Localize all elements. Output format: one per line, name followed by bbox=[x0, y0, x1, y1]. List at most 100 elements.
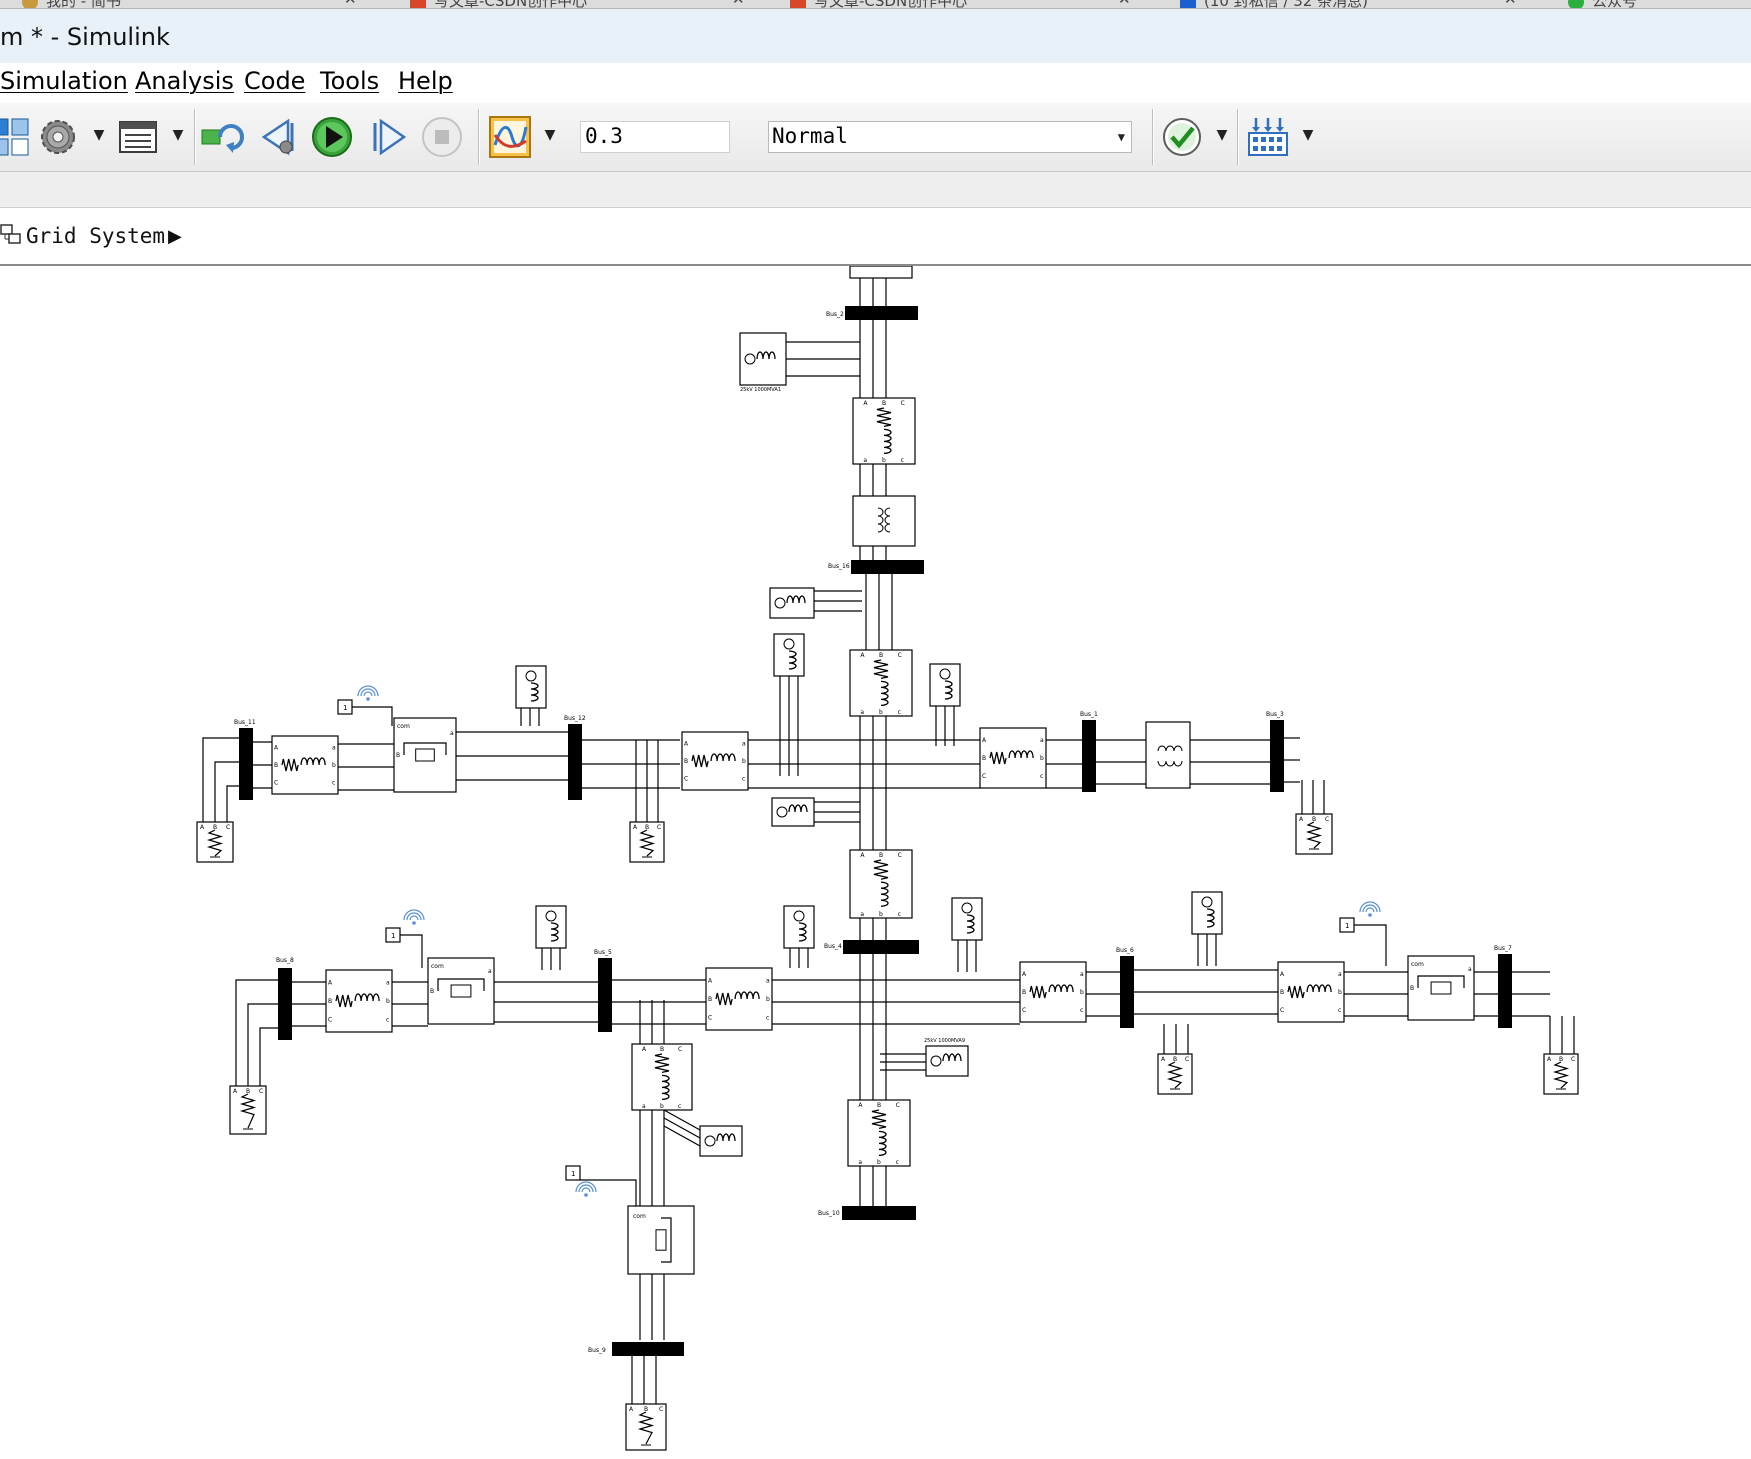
block-partial[interactable] bbox=[849, 266, 913, 279]
transmission-line-block[interactable] bbox=[1019, 961, 1087, 1023]
port-label: a bbox=[860, 709, 864, 716]
model-settings-icon[interactable] bbox=[36, 115, 80, 159]
transformer-block[interactable] bbox=[1145, 721, 1191, 789]
three-phase-source-block[interactable] bbox=[515, 665, 547, 709]
browser-tab[interactable]: (10 封私信 / 32 条消息) bbox=[1180, 0, 1368, 8]
port-label: C bbox=[982, 773, 986, 780]
three-phase-source-block[interactable] bbox=[1191, 891, 1223, 935]
update-diagram-icon[interactable] bbox=[200, 115, 244, 159]
port-label: a bbox=[488, 968, 492, 975]
breadcrumb-expand-icon[interactable]: ▶ bbox=[168, 226, 182, 247]
browser-tab[interactable]: 写文章-CSDN创作中心 bbox=[790, 0, 967, 8]
three-phase-source-block[interactable] bbox=[929, 663, 961, 707]
three-phase-source-block[interactable] bbox=[535, 905, 567, 949]
three-phase-source-block[interactable] bbox=[925, 1045, 969, 1077]
transmission-line-block[interactable] bbox=[1277, 961, 1345, 1023]
run-icon[interactable] bbox=[310, 115, 354, 159]
step-forward-icon[interactable] bbox=[366, 115, 410, 159]
tab-favicon-icon bbox=[790, 0, 806, 8]
signal-line[interactable] bbox=[663, 1117, 701, 1139]
grid-system-diagram[interactable]: Bus_225kV 1000MVA1A B Ca b cBus_16A B Ca b cA B Ca… bbox=[0, 266, 1751, 1459]
bus-bar[interactable] bbox=[843, 940, 919, 954]
signal-line[interactable] bbox=[352, 706, 393, 726]
tab-favicon-icon bbox=[410, 0, 426, 8]
transmission-line-block[interactable] bbox=[852, 397, 916, 465]
signal-line[interactable] bbox=[247, 1003, 278, 1086]
bus-bar[interactable] bbox=[842, 1206, 916, 1220]
model-advisor-icon[interactable] bbox=[1160, 115, 1204, 159]
transmission-line-block[interactable] bbox=[849, 649, 913, 717]
menu-help[interactable]: Help bbox=[398, 67, 453, 95]
transmission-line-block[interactable] bbox=[631, 1043, 693, 1111]
port-label: a bbox=[1468, 966, 1472, 973]
signal-line[interactable] bbox=[1354, 924, 1387, 966]
bus-bar[interactable] bbox=[612, 1342, 684, 1356]
browser-tab[interactable]: 写文章-CSDN创作中心 bbox=[410, 0, 587, 8]
three-phase-source-block[interactable] bbox=[699, 1125, 743, 1157]
menu-analysis[interactable]: Analysis bbox=[135, 67, 234, 95]
bus-bar[interactable] bbox=[851, 560, 924, 574]
bus-label: Bus_12 bbox=[564, 715, 586, 722]
signal-line[interactable] bbox=[400, 934, 423, 968]
explorer-dropdown-icon[interactable]: ▼ bbox=[170, 127, 186, 147]
transmission-line-block[interactable] bbox=[681, 731, 749, 791]
bus-bar[interactable] bbox=[278, 968, 292, 1040]
three-phase-source-block[interactable] bbox=[771, 797, 815, 827]
signal-line[interactable] bbox=[663, 1109, 701, 1131]
signal-line[interactable] bbox=[663, 1125, 701, 1147]
three-phase-source-block[interactable] bbox=[769, 587, 815, 619]
tab-close-icon[interactable]: ✕ bbox=[1504, 0, 1517, 8]
transformer-block[interactable] bbox=[852, 495, 916, 547]
tab-close-icon[interactable]: ✕ bbox=[732, 0, 745, 8]
port-label: C bbox=[328, 1017, 332, 1024]
signal-line[interactable] bbox=[235, 979, 278, 1086]
port-label: c bbox=[386, 1017, 389, 1024]
browser-tab[interactable]: 公众号 bbox=[1568, 0, 1637, 8]
three-phase-source-block[interactable] bbox=[783, 905, 815, 949]
data-inspector-icon[interactable] bbox=[488, 115, 532, 159]
menu-tools[interactable]: Tools bbox=[320, 67, 379, 95]
stop-icon[interactable] bbox=[420, 115, 464, 159]
bus-bar[interactable] bbox=[239, 728, 253, 800]
advisor-dropdown-icon[interactable]: ▼ bbox=[1214, 127, 1230, 147]
transmission-line-block[interactable] bbox=[847, 1099, 911, 1167]
step-back-icon[interactable] bbox=[258, 115, 302, 159]
bus-label: Bus_11 bbox=[234, 719, 256, 726]
inspector-dropdown-icon[interactable]: ▼ bbox=[542, 127, 558, 147]
transmission-line-block[interactable] bbox=[705, 967, 773, 1031]
bus-bar[interactable] bbox=[1082, 720, 1096, 792]
bus-bar[interactable] bbox=[1120, 956, 1134, 1028]
menu-code[interactable]: Code bbox=[244, 67, 305, 95]
signal-line[interactable] bbox=[580, 1179, 637, 1206]
three-phase-source-block[interactable] bbox=[951, 897, 983, 941]
port-label: c bbox=[1338, 1007, 1341, 1014]
build-icon[interactable] bbox=[1246, 115, 1290, 159]
stop-time-input[interactable]: 0.3 bbox=[580, 121, 730, 153]
bus-bar[interactable] bbox=[1498, 954, 1512, 1028]
model-canvas[interactable]: Bus_2 25kV 1000MVA1 A B Ca b c Bus_16 A B Ca b c A B Ca… bbox=[0, 266, 1751, 1459]
tab-close-icon[interactable]: ✕ bbox=[1118, 0, 1131, 8]
signal-line[interactable] bbox=[226, 785, 239, 822]
model-explorer-icon[interactable] bbox=[116, 115, 160, 159]
menu-simulation[interactable]: Simulation bbox=[0, 67, 128, 95]
signal-line[interactable] bbox=[259, 1027, 278, 1086]
browser-tab[interactable]: 我的 - 简书 bbox=[22, 0, 121, 8]
bus-bar[interactable] bbox=[1270, 720, 1284, 792]
transmission-line-block[interactable] bbox=[979, 727, 1047, 789]
bus-bar[interactable] bbox=[568, 724, 582, 800]
port-label: c bbox=[1040, 773, 1043, 780]
library-browser-icon[interactable] bbox=[0, 115, 32, 159]
bus-bar[interactable] bbox=[845, 306, 918, 320]
bus-bar[interactable] bbox=[598, 958, 612, 1032]
build-dropdown-icon[interactable]: ▼ bbox=[1300, 127, 1316, 147]
simulation-mode-select[interactable]: Normal ▼ bbox=[768, 121, 1132, 153]
signal-line[interactable] bbox=[202, 737, 239, 822]
model-hierarchy-icon[interactable] bbox=[0, 223, 22, 245]
transmission-line-block[interactable] bbox=[271, 735, 339, 795]
settings-dropdown-icon[interactable]: ▼ bbox=[91, 127, 107, 147]
transmission-line-block[interactable] bbox=[325, 969, 393, 1033]
tab-close-icon[interactable]: ✕ bbox=[344, 0, 357, 8]
breadcrumb-model-name[interactable]: Grid System bbox=[26, 224, 165, 248]
three-phase-source-block[interactable] bbox=[773, 633, 805, 677]
port-label: b bbox=[877, 1159, 881, 1166]
